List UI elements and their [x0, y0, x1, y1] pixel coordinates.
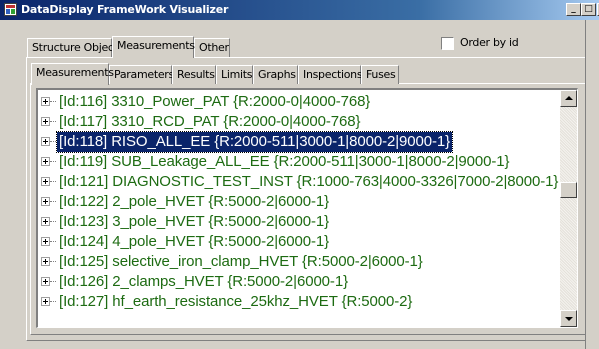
maximize-icon: □ [584, 4, 593, 14]
order-by-id-label: Order by id [460, 36, 519, 49]
tree-item[interactable]: [Id:127] hf_earth_resistance_25khz_HVET … [38, 292, 558, 312]
tab-results[interactable]: Results [172, 65, 216, 84]
tab-limits[interactable]: Limits [216, 65, 253, 84]
tree-item[interactable]: [Id:116] 3310_Power_PAT {R:2000-0|4000-7… [38, 92, 558, 112]
expand-icon[interactable] [41, 157, 50, 166]
tab-measurements[interactable]: Measurements [112, 36, 195, 58]
tree-item-label[interactable]: [Id:126] 2_clamps_HVET {R:5000-2|6000-1} [57, 272, 350, 292]
app-window: DataDisplay FrameWork Visualizer _ □ × S… [0, 0, 599, 349]
vertical-scrollbar[interactable] [560, 90, 577, 327]
tree-item-label[interactable]: [Id:118] RISO_ALL_EE {R:2000-511|3000-1|… [55, 131, 454, 153]
expand-icon[interactable] [41, 237, 50, 246]
arrow-up-icon [565, 96, 573, 100]
tree-item-label[interactable]: [Id:122] 2_pole_HVET {R:5000-2|6000-1} [57, 192, 331, 212]
tab-fuses[interactable]: Fuses [361, 65, 399, 84]
expand-icon[interactable] [41, 197, 50, 206]
tree-item[interactable]: [Id:119] SUB_Leakage_ALL_EE {R:2000-511|… [38, 152, 558, 172]
expand-icon[interactable] [41, 277, 50, 286]
measurements-tree[interactable]: [Id:116] 3310_Power_PAT {R:2000-0|4000-7… [36, 88, 578, 328]
tab-parameters[interactable]: Parameters [109, 65, 174, 84]
tree-item-label[interactable]: [Id:117] 3310_RCD_PAT {R:2000-0|4000-768… [57, 112, 362, 132]
window-title: DataDisplay FrameWork Visualizer [21, 3, 229, 16]
tree-item[interactable]: [Id:124] 4_pole_HVET {R:5000-2|6000-1} [38, 232, 558, 252]
tree-item-label[interactable]: [Id:119] SUB_Leakage_ALL_EE {R:2000-511|… [57, 152, 511, 172]
order-by-id-checkbox[interactable] [441, 37, 454, 50]
scroll-down-button[interactable] [560, 310, 577, 327]
tree-item-label[interactable]: [Id:123] 3_pole_HVET {R:5000-2|6000-1} [57, 212, 331, 232]
tree-item-label[interactable]: [Id:121] DIAGNOSTIC_TEST_INST {R:1000-76… [57, 172, 560, 192]
window-right-edge [585, 20, 599, 349]
tree-item[interactable]: [Id:123] 3_pole_HVET {R:5000-2|6000-1} [38, 212, 558, 232]
expand-icon[interactable] [41, 117, 50, 126]
minimize-icon: _ [571, 4, 576, 14]
tab-inner-measurements[interactable]: Measurements [31, 63, 114, 85]
title-bar[interactable]: DataDisplay FrameWork Visualizer _ □ × [0, 0, 599, 20]
tree-item[interactable]: [Id:121] DIAGNOSTIC_TEST_INST {R:1000-76… [38, 172, 558, 192]
tree-item[interactable]: [Id:126] 2_clamps_HVET {R:5000-2|6000-1} [38, 272, 558, 292]
expand-icon[interactable] [41, 137, 50, 146]
tab-inspections[interactable]: Inspections [298, 65, 363, 84]
tab-other[interactable]: Other [194, 38, 230, 57]
tree-item[interactable]: [Id:122] 2_pole_HVET {R:5000-2|6000-1} [38, 192, 558, 212]
tab-structure-objects[interactable]: Structure Objects [27, 38, 123, 57]
tree-item-label[interactable]: [Id:124] 4_pole_HVET {R:5000-2|6000-1} [57, 232, 331, 252]
tree-item-label[interactable]: [Id:127] hf_earth_resistance_25khz_HVET … [57, 292, 414, 312]
tree-item-label[interactable]: [Id:125] selective_iron_clamp_HVET {R:50… [57, 252, 425, 272]
scroll-thumb[interactable] [560, 182, 577, 198]
scroll-up-button[interactable] [560, 90, 577, 107]
tree-item[interactable]: [Id:125] selective_iron_clamp_HVET {R:50… [38, 252, 558, 272]
tree-item-label[interactable]: [Id:116] 3310_Power_PAT {R:2000-0|4000-7… [57, 92, 372, 112]
maximize-button[interactable]: □ [581, 3, 596, 16]
expand-icon[interactable] [41, 297, 50, 306]
arrow-down-icon [565, 317, 573, 321]
tree-item-selected[interactable]: [Id:118] RISO_ALL_EE {R:2000-511|3000-1|… [38, 131, 558, 153]
expand-icon[interactable] [41, 177, 50, 186]
expand-icon[interactable] [41, 257, 50, 266]
tree-item[interactable]: [Id:117] 3310_RCD_PAT {R:2000-0|4000-768… [38, 112, 558, 132]
app-icon [4, 3, 17, 16]
minimize-button[interactable]: _ [566, 3, 581, 16]
expand-icon[interactable] [41, 97, 50, 106]
expand-icon[interactable] [41, 217, 50, 226]
tab-graphs[interactable]: Graphs [253, 65, 298, 84]
